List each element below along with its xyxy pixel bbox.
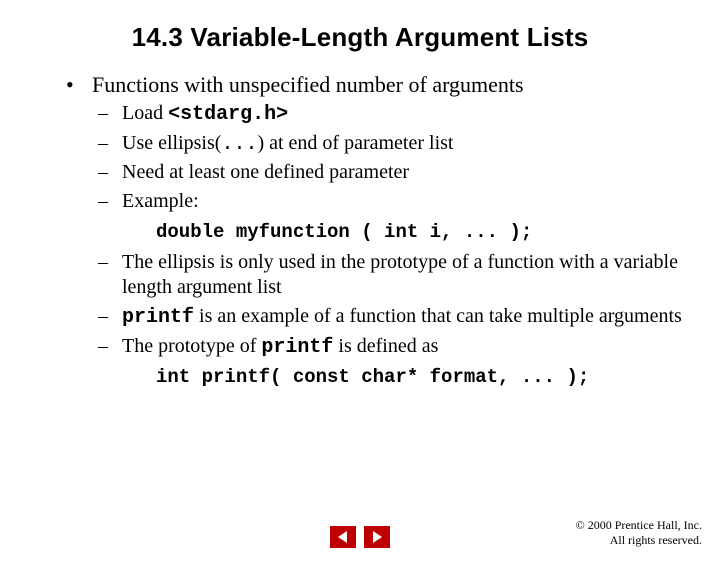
sub-item: The ellipsis is only used in the prototy… [92,250,720,301]
next-button[interactable] [364,526,390,548]
code-example: double myfunction ( int i, ... ); [156,218,720,248]
footer: © 2000 Prentice Hall, Inc. All rights re… [0,510,720,550]
sub-list: Load <stdarg.h> Use ellipsis(...) at end… [92,101,720,214]
inline-code: printf [122,306,194,329]
sub-text: Example: [122,190,199,212]
arrow-right-icon [370,530,384,544]
sub-text: The prototype of [122,335,261,357]
bullet-list: Functions with unspecified number of arg… [62,71,720,394]
bullet-item: Functions with unspecified number of arg… [62,71,720,394]
inline-code: <stdarg.h> [168,103,288,126]
sub-list: The ellipsis is only used in the prototy… [92,250,720,360]
copyright-line1: 2000 Prentice Hall, Inc. [585,518,702,532]
inline-code: printf [261,336,333,359]
prev-button[interactable] [330,526,356,548]
sub-text: Need at least one defined parameter [122,161,409,183]
copyright-line2: All rights reserved. [610,533,702,547]
sub-item: Need at least one defined parameter [92,160,720,186]
slide-title: 14.3 Variable-Length Argument Lists [0,22,720,53]
sub-text: Load [122,102,168,124]
arrow-left-icon [336,530,350,544]
sub-text: is defined as [333,335,438,357]
sub-text: The ellipsis is only used in the prototy… [122,251,678,299]
sub-item: Load <stdarg.h> [92,101,720,128]
sub-text: is an example of a function that can tak… [194,305,682,327]
sub-item: The prototype of printf is defined as [92,334,720,361]
sub-text: ) at end of parameter list [257,132,453,154]
inline-code: ... [221,133,257,156]
copyright-symbol: © [576,518,585,532]
sub-text: Use ellipsis( [122,132,221,154]
nav-arrows [330,526,390,548]
copyright: © 2000 Prentice Hall, Inc. All rights re… [576,518,702,548]
sub-item: printf is an example of a function that … [92,304,720,331]
code-example: int printf( const char* format, ... ); [156,363,720,393]
sub-item: Use ellipsis(...) at end of parameter li… [92,131,720,158]
bullet-text: Functions with unspecified number of arg… [92,72,524,97]
sub-item: Example: [92,189,720,215]
